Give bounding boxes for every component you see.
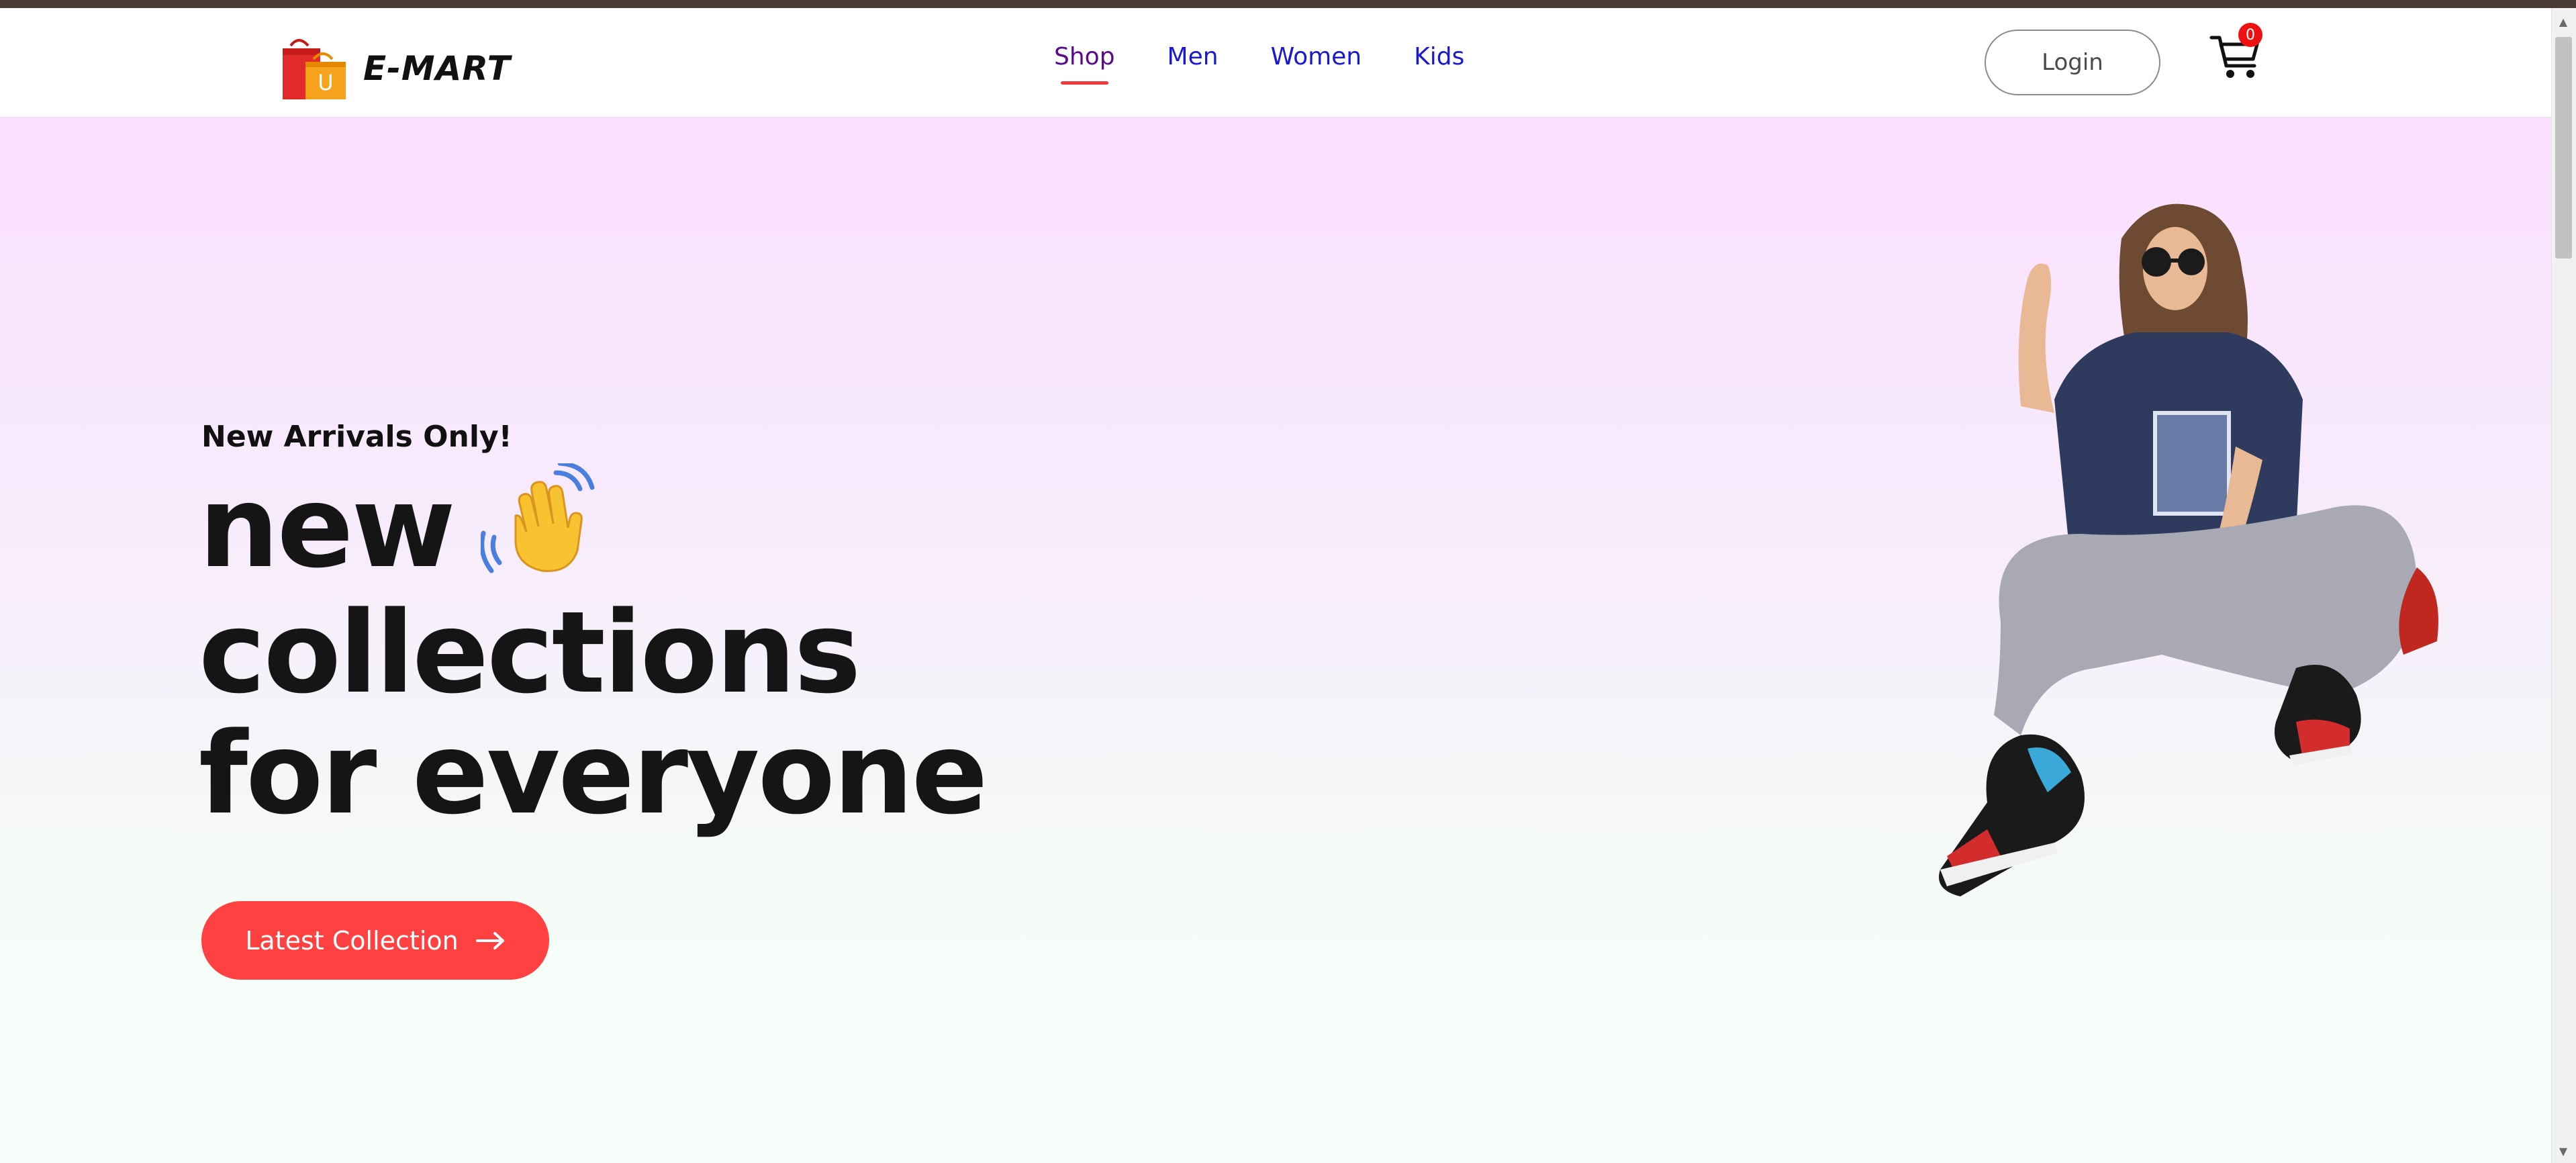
arrow-right-icon <box>475 931 504 949</box>
nav-item-label: Men <box>1167 43 1219 71</box>
scrollbar-thumb[interactable] <box>2555 37 2572 259</box>
waving-hand-icon <box>480 463 595 573</box>
site-header: U E-MART Shop Men Women Kids Login <box>0 8 2551 118</box>
nav-item-label: Women <box>1270 43 1362 71</box>
hero-section: New Arrivals Only! new collections for e… <box>0 118 2551 1163</box>
latest-collection-button[interactable]: Latest Collection <box>201 901 549 980</box>
nav-item-label: Kids <box>1414 43 1465 71</box>
nav-item-label: Shop <box>1054 43 1115 71</box>
brand-name: E-MART <box>363 49 511 88</box>
nav-item-shop[interactable]: Shop <box>1054 43 1115 85</box>
hero-title: new collections for everyone <box>199 463 988 840</box>
hero-title-line-2: collections <box>199 587 861 719</box>
cta-label: Latest Collection <box>245 925 459 956</box>
main-nav: Shop Men Women Kids <box>1054 43 1517 85</box>
hero-eyebrow: New Arrivals Only! <box>201 420 512 454</box>
nav-item-women[interactable]: Women <box>1271 43 1362 71</box>
window-top-strip <box>0 0 2576 8</box>
shopping-bags-icon: U <box>283 38 346 99</box>
hero-title-word: new <box>199 461 456 593</box>
scroll-down-arrow-icon[interactable]: ▼ <box>2557 1144 2570 1158</box>
scroll-up-arrow-icon[interactable]: ▲ <box>2557 15 2570 28</box>
hero-model-image <box>1939 203 2438 896</box>
brand-logo[interactable]: U E-MART <box>279 32 511 105</box>
nav-item-men[interactable]: Men <box>1167 43 1219 71</box>
login-button[interactable]: Login <box>1985 30 2160 95</box>
hero-title-line-3: for everyone <box>199 708 988 840</box>
hero-title-line-1: new <box>199 463 986 592</box>
nav-item-kids[interactable]: Kids <box>1414 43 1464 71</box>
active-nav-underline <box>1061 81 1108 85</box>
cart-count-badge: 0 <box>2238 23 2262 47</box>
logo-letter: U <box>318 70 333 95</box>
